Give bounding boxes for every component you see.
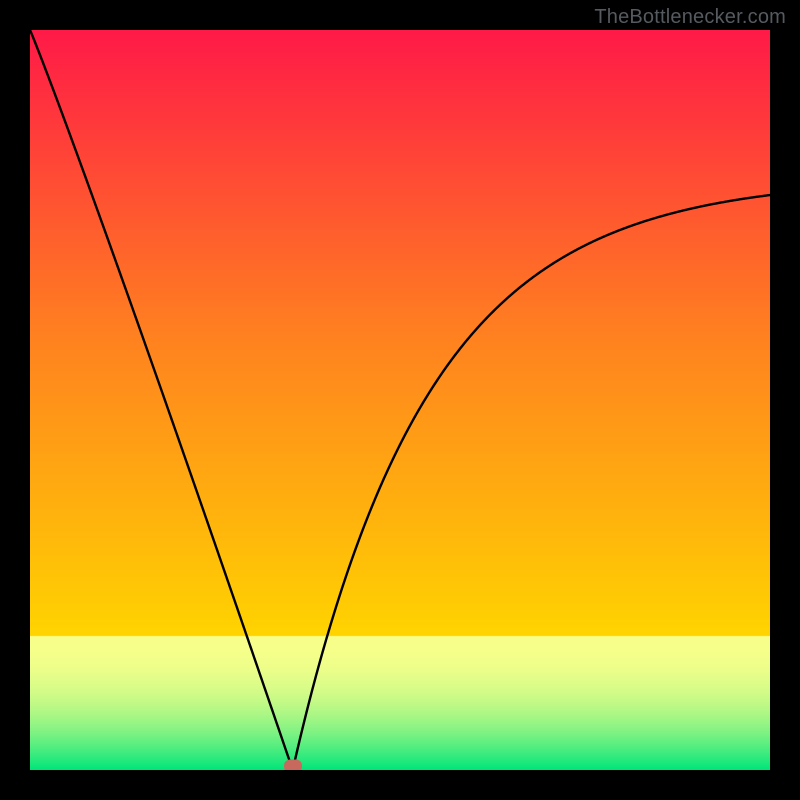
plot-area — [30, 30, 770, 770]
chart-frame: TheBottlenecker.com — [0, 0, 800, 800]
optimum-marker — [284, 760, 302, 770]
watermark-text: TheBottlenecker.com — [594, 6, 786, 29]
bottleneck-curve — [30, 30, 770, 770]
